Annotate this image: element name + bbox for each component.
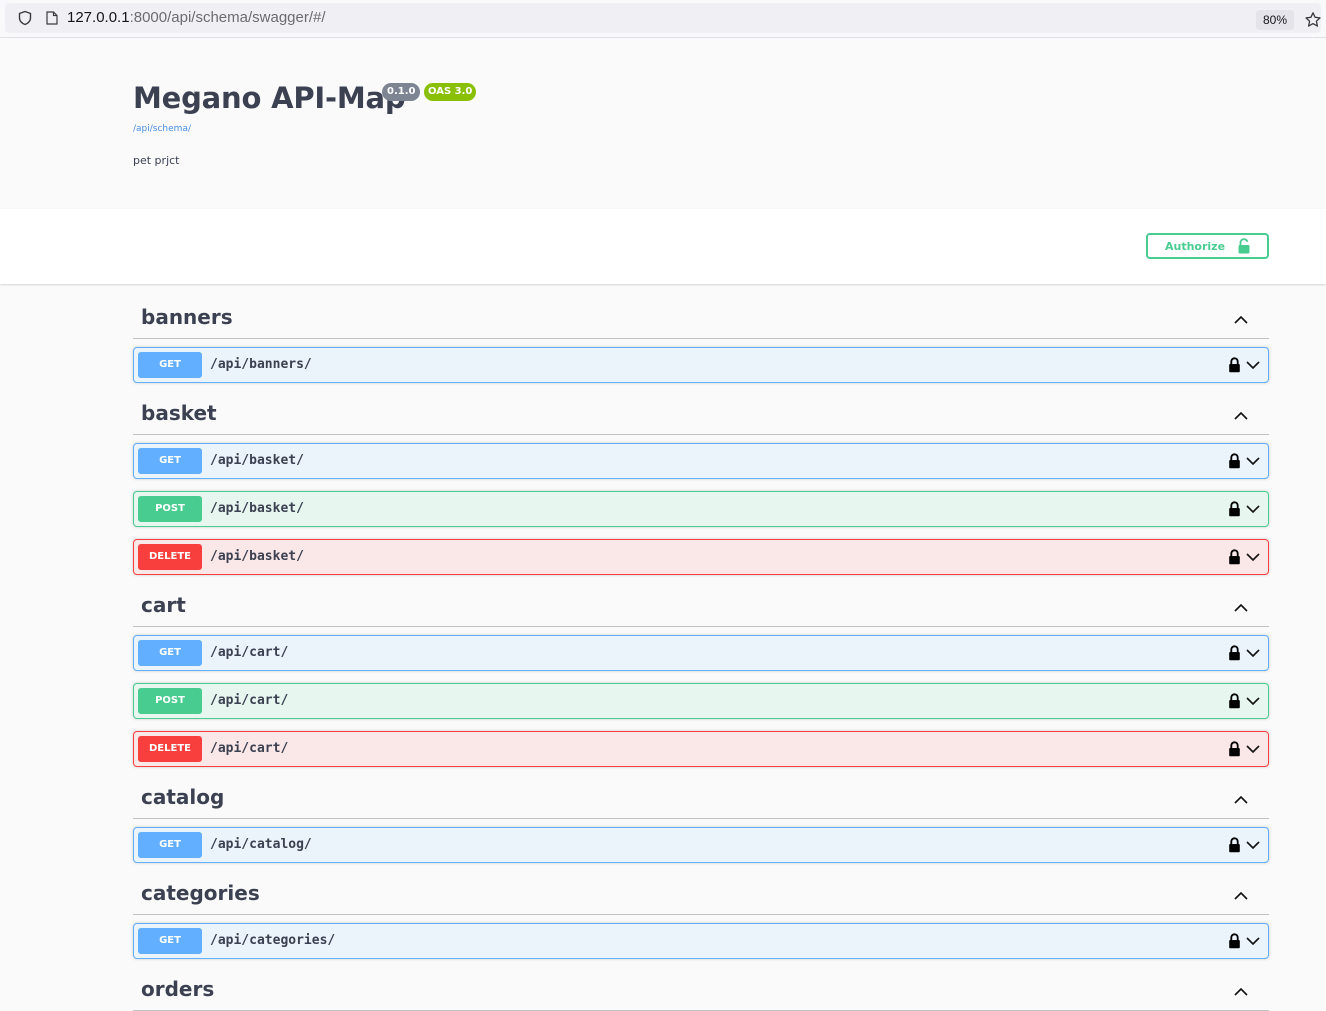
method-badge: GET (138, 640, 202, 666)
tag-header-catalog[interactable]: catalog (133, 783, 1269, 819)
method-badge: GET (138, 448, 202, 474)
unlock-icon (1238, 238, 1250, 254)
operation-path: /api/categories/ (210, 933, 336, 948)
page-icon (46, 11, 58, 25)
chevron-down-icon[interactable] (1245, 552, 1261, 562)
chevron-down-icon[interactable] (1245, 504, 1261, 514)
lock-icon[interactable] (1228, 645, 1241, 661)
tag-name: basket (141, 401, 217, 425)
tag-name: cart (141, 593, 186, 617)
opblock-get-cart[interactable]: GET/api/cart/ (133, 635, 1269, 671)
method-badge: GET (138, 352, 202, 378)
method-badge: POST (138, 496, 202, 522)
api-info: Megano API-Map 0.1.0 OAS 3.0 /api/schema… (0, 39, 1326, 209)
chevron-down-icon[interactable] (1245, 936, 1261, 946)
operation-path: /api/banners/ (210, 357, 312, 372)
method-badge: POST (138, 688, 202, 714)
tag-name: categories (141, 881, 260, 905)
operation-path: /api/cart/ (210, 741, 289, 756)
lock-icon[interactable] (1228, 357, 1241, 373)
chevron-down-icon[interactable] (1245, 744, 1261, 754)
operation-path: /api/basket/ (210, 549, 304, 564)
tag-name: banners (141, 305, 233, 329)
url-host: 127.0.0.1 (67, 9, 130, 26)
tag-header-banners[interactable]: banners (133, 303, 1269, 339)
url-text[interactable]: 127.0.0.1:8000/api/schema/swagger/#/ (67, 8, 326, 28)
opblock-post-basket[interactable]: POST/api/basket/ (133, 491, 1269, 527)
method-badge: DELETE (138, 544, 202, 570)
method-badge: GET (138, 928, 202, 954)
schema-link[interactable]: /api/schema/ (133, 124, 191, 134)
bookmark-star-icon[interactable] (1304, 11, 1322, 29)
chevron-up-icon[interactable] (1233, 411, 1249, 421)
lock-icon[interactable] (1228, 501, 1241, 517)
oas-badge: OAS 3.0 (424, 83, 477, 101)
chevron-up-icon[interactable] (1233, 315, 1249, 325)
chevron-down-icon[interactable] (1245, 360, 1261, 370)
lock-icon[interactable] (1228, 933, 1241, 949)
opblock-post-cart[interactable]: POST/api/cart/ (133, 683, 1269, 719)
method-badge: GET (138, 832, 202, 858)
chevron-down-icon[interactable] (1245, 696, 1261, 706)
authorize-button[interactable]: Authorize (1146, 233, 1269, 259)
url-bar[interactable]: 127.0.0.1:8000/api/schema/swagger/#/ 80% (5, 3, 1321, 33)
operation-path: /api/basket/ (210, 453, 304, 468)
chevron-up-icon[interactable] (1233, 987, 1249, 997)
lock-icon[interactable] (1228, 693, 1241, 709)
chevron-down-icon[interactable] (1245, 840, 1261, 850)
method-badge: DELETE (138, 736, 202, 762)
api-title: Megano API-Map (133, 81, 406, 115)
opblock-delete-cart[interactable]: DELETE/api/cart/ (133, 731, 1269, 767)
scheme-container: Authorize (0, 209, 1326, 284)
opblock-get-catalog[interactable]: GET/api/catalog/ (133, 827, 1269, 863)
chevron-up-icon[interactable] (1233, 795, 1249, 805)
browser-toolbar: 127.0.0.1:8000/api/schema/swagger/#/ 80% (0, 0, 1326, 38)
shield-icon[interactable] (17, 10, 33, 26)
tag-header-orders[interactable]: orders (133, 975, 1269, 1011)
lock-icon[interactable] (1228, 453, 1241, 469)
opblock-get-categories[interactable]: GET/api/categories/ (133, 923, 1269, 959)
opblock-get-banners[interactable]: GET/api/banners/ (133, 347, 1269, 383)
chevron-down-icon[interactable] (1245, 456, 1261, 466)
operation-path: /api/catalog/ (210, 837, 312, 852)
tag-name: catalog (141, 785, 225, 809)
api-description: pet prjct (133, 154, 180, 167)
tag-header-categories[interactable]: categories (133, 879, 1269, 915)
chevron-down-icon[interactable] (1245, 648, 1261, 658)
authorize-label: Authorize (1165, 240, 1226, 253)
lock-icon[interactable] (1228, 741, 1241, 757)
lock-icon[interactable] (1228, 549, 1241, 565)
chevron-up-icon[interactable] (1233, 603, 1249, 613)
tag-name: orders (141, 977, 215, 1001)
tag-header-basket[interactable]: basket (133, 399, 1269, 435)
opblock-delete-basket[interactable]: DELETE/api/basket/ (133, 539, 1269, 575)
operation-path: /api/basket/ (210, 501, 304, 516)
chevron-up-icon[interactable] (1233, 891, 1249, 901)
tag-header-cart[interactable]: cart (133, 591, 1269, 627)
zoom-level-button[interactable]: 80% (1256, 10, 1294, 30)
opblock-get-basket[interactable]: GET/api/basket/ (133, 443, 1269, 479)
operation-path: /api/cart/ (210, 645, 289, 660)
lock-icon[interactable] (1228, 837, 1241, 853)
operation-path: /api/cart/ (210, 693, 289, 708)
url-path: :8000/api/schema/swagger/#/ (129, 9, 326, 26)
version-badge: 0.1.0 (382, 83, 421, 101)
